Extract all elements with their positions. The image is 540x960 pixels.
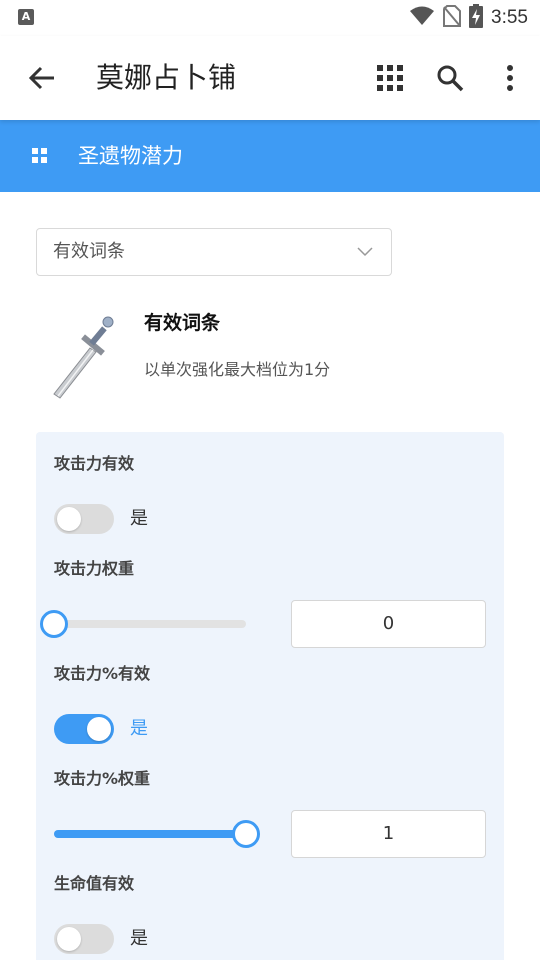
atk-valid-toggle-text: 是 [130, 508, 148, 529]
hp-valid-toggle-text: 是 [130, 928, 148, 949]
hp-valid-label: 生命值有效 [54, 874, 135, 893]
atk-pct-weight-slider[interactable] [54, 819, 260, 849]
toggle-knob [57, 927, 81, 951]
atk-pct-weight-input[interactable]: 1 [291, 810, 486, 858]
stat-type-dropdown[interactable]: 有效词条 [36, 228, 392, 276]
search-button[interactable] [430, 58, 470, 98]
slider-thumb[interactable] [232, 820, 260, 848]
toggle-knob [57, 507, 81, 531]
slider-fill [54, 830, 246, 838]
grid-button[interactable] [370, 58, 410, 98]
slider-track [54, 620, 246, 628]
grid-small-icon [32, 148, 47, 163]
no-sim-icon [443, 5, 462, 31]
atk-pct-weight-label: 攻击力%权重 [54, 769, 151, 788]
section-header: 圣遗物潜力 [0, 120, 540, 192]
section-title: 圣遗物潜力 [78, 144, 183, 168]
grid-icon [377, 65, 403, 91]
back-button[interactable] [22, 58, 62, 98]
search-icon [437, 65, 464, 92]
chevron-down-icon [357, 247, 373, 257]
status-icons: 3:55 [409, 4, 528, 32]
hp-valid-toggle[interactable] [54, 924, 114, 954]
clock-time: 3:55 [491, 7, 528, 28]
app-title: 莫娜占卜铺 [96, 61, 237, 94]
atk-pct-valid-toggle[interactable] [54, 714, 114, 744]
more-button[interactable] [490, 58, 530, 98]
wifi-icon [409, 6, 435, 30]
info-description: 以单次强化最大档位为1分 [144, 360, 331, 379]
atk-pct-valid-toggle-text: 是 [130, 718, 148, 739]
toggle-knob [87, 717, 111, 741]
atk-valid-label: 攻击力有效 [54, 454, 135, 473]
atk-weight-slider[interactable] [40, 609, 246, 639]
atk-pct-valid-label: 攻击力%有效 [54, 664, 151, 683]
app-bar: 莫娜占卜铺 [0, 36, 540, 120]
notification-icon: A [18, 9, 34, 25]
status-bar: A 3:55 [0, 0, 540, 36]
atk-weight-label: 攻击力权重 [54, 559, 135, 578]
slider-thumb[interactable] [40, 610, 68, 638]
atk-weight-input[interactable]: 0 [291, 600, 486, 648]
dropdown-value: 有效词条 [53, 241, 125, 262]
more-vert-icon [507, 65, 513, 91]
info-title: 有效词条 [144, 312, 221, 334]
sword-icon [53, 316, 114, 399]
atk-valid-toggle[interactable] [54, 504, 114, 534]
back-arrow-icon [28, 66, 54, 90]
battery-charging-icon [469, 4, 484, 32]
